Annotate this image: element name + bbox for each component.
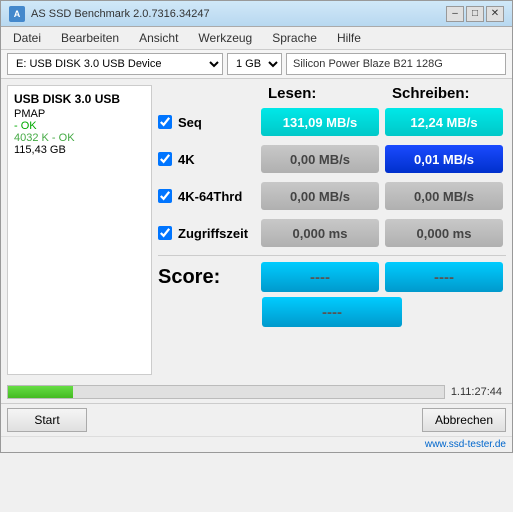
right-panel: Lesen: Schreiben: Seq 131,09 MB/s 12,24 … xyxy=(158,85,506,375)
bench-row-seq: Seq 131,09 MB/s 12,24 MB/s xyxy=(158,106,506,138)
4k-checkbox[interactable] xyxy=(158,152,172,166)
progress-bar-inner xyxy=(8,386,73,398)
cancel-button[interactable]: Abbrechen xyxy=(422,408,506,432)
bench-header: Lesen: Schreiben: xyxy=(158,85,506,102)
bench-label-4k: 4K xyxy=(158,152,258,167)
seq-write-value: 12,24 MB/s xyxy=(385,108,503,136)
seq-read-value: 131,09 MB/s xyxy=(261,108,379,136)
4k64-checkbox[interactable] xyxy=(158,189,172,203)
title-bar-buttons: – □ ✕ xyxy=(446,6,504,22)
menu-hilfe[interactable]: Hilfe xyxy=(329,29,369,47)
title-bar: A AS SSD Benchmark 2.0.7316.34247 – □ ✕ xyxy=(1,1,512,27)
4k-write-value: 0,01 MB/s xyxy=(385,145,503,173)
access-read-value: 0,000 ms xyxy=(261,219,379,247)
access-checkbox[interactable] xyxy=(158,226,172,240)
4k64-read-value: 0,00 MB/s xyxy=(261,182,379,210)
pmap-label: PMAP xyxy=(14,108,145,120)
access-write-value: 0,000 ms xyxy=(385,219,503,247)
disk-size: 115,43 GB xyxy=(14,144,145,156)
score-total: ---- xyxy=(262,297,402,327)
score-bottom: ---- xyxy=(158,297,506,327)
size-select[interactable]: 1 GB xyxy=(227,53,282,75)
maximize-button[interactable]: □ xyxy=(466,6,484,22)
main-content: USB DISK 3.0 USB PMAP - OK 4032 K - OK 1… xyxy=(1,79,512,381)
app-icon: A xyxy=(9,6,25,22)
score-section: Score: ---- ---- ---- xyxy=(158,255,506,327)
progress-area: 1.11:27:44 xyxy=(1,381,512,403)
status2: 4032 K - OK xyxy=(14,132,145,144)
device-select[interactable]: E: USB DISK 3.0 USB Device xyxy=(7,53,223,75)
device-name-display: Silicon Power Blaze B21 128G xyxy=(286,53,506,75)
menu-ansicht[interactable]: Ansicht xyxy=(131,29,186,47)
score-label: Score: xyxy=(158,266,258,289)
menu-bar: Datei Bearbeiten Ansicht Werkzeug Sprach… xyxy=(1,27,512,50)
menu-sprache[interactable]: Sprache xyxy=(264,29,325,47)
score-write: ---- xyxy=(385,262,503,292)
bench-label-seq: Seq xyxy=(158,115,258,130)
disk-title: USB DISK 3.0 USB xyxy=(14,92,145,106)
read-header: Lesen: xyxy=(258,85,382,102)
start-button[interactable]: Start xyxy=(7,408,87,432)
left-panel: USB DISK 3.0 USB PMAP - OK 4032 K - OK 1… xyxy=(7,85,152,375)
minimize-button[interactable]: – xyxy=(446,6,464,22)
bench-label-access: Zugriffszeit xyxy=(158,226,258,241)
score-read: ---- xyxy=(261,262,379,292)
title-bar-left: A AS SSD Benchmark 2.0.7316.34247 xyxy=(9,6,210,22)
bench-label-4k64: 4K-64Thrd xyxy=(158,189,258,204)
menu-datei[interactable]: Datei xyxy=(5,29,49,47)
progress-bar-outer xyxy=(7,385,445,399)
status1: - OK xyxy=(14,120,145,132)
write-header: Schreiben: xyxy=(382,85,506,102)
main-window: A AS SSD Benchmark 2.0.7316.34247 – □ ✕ … xyxy=(0,0,513,453)
menu-bearbeiten[interactable]: Bearbeiten xyxy=(53,29,127,47)
4k64-write-value: 0,00 MB/s xyxy=(385,182,503,210)
bench-row-4k: 4K 0,00 MB/s 0,01 MB/s xyxy=(158,143,506,175)
bottom-bar: Start Abbrechen xyxy=(1,403,512,436)
menu-werkzeug[interactable]: Werkzeug xyxy=(190,29,260,47)
4k-read-value: 0,00 MB/s xyxy=(261,145,379,173)
seq-checkbox[interactable] xyxy=(158,115,172,129)
score-row: Score: ---- ---- xyxy=(158,262,506,292)
watermark: www.ssd-tester.de xyxy=(1,436,512,452)
close-button[interactable]: ✕ xyxy=(486,6,504,22)
bench-header-spacer xyxy=(158,85,258,102)
bench-row-4k64: 4K-64Thrd 0,00 MB/s 0,00 MB/s xyxy=(158,180,506,212)
window-title: AS SSD Benchmark 2.0.7316.34247 xyxy=(31,8,210,20)
bench-row-access: Zugriffszeit 0,000 ms 0,000 ms xyxy=(158,217,506,249)
toolbar: E: USB DISK 3.0 USB Device 1 GB Silicon … xyxy=(1,50,512,79)
time-display: 1.11:27:44 xyxy=(451,386,506,398)
